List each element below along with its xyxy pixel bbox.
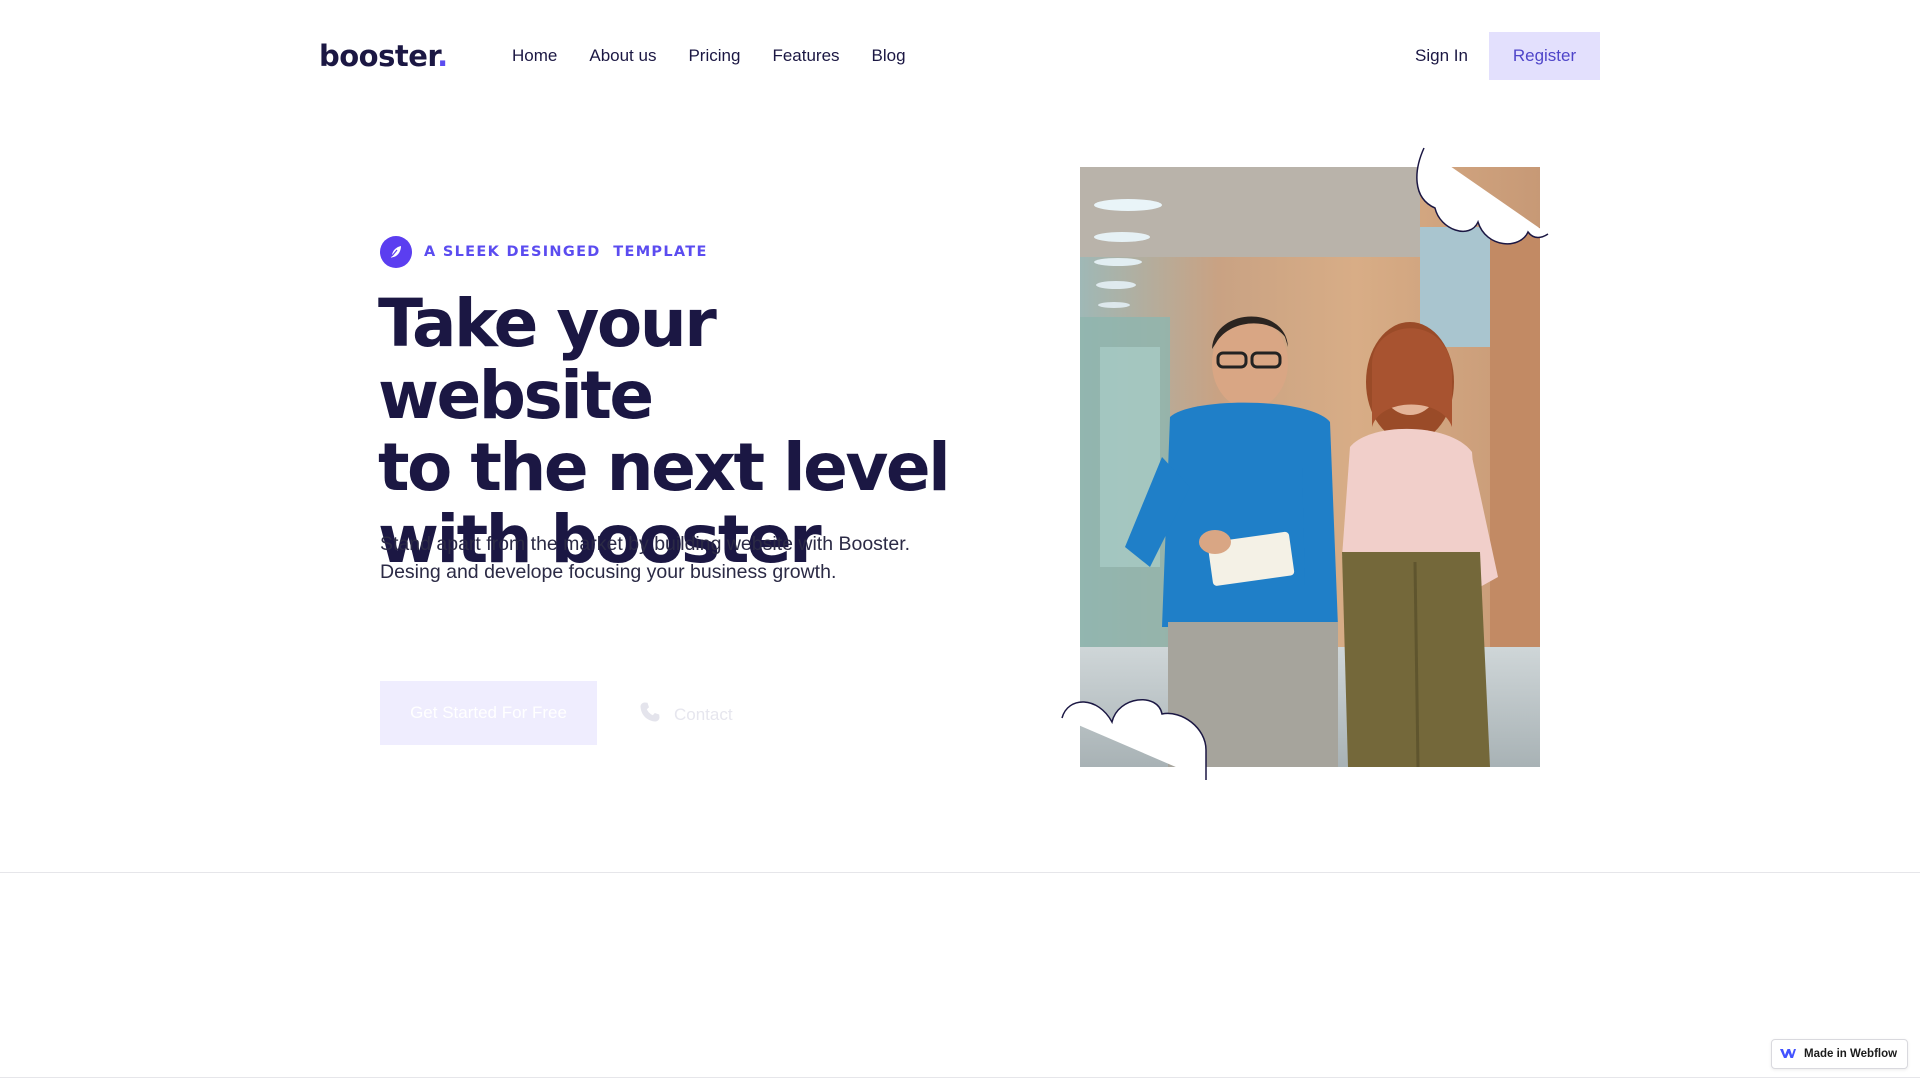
webflow-logo-icon (1780, 1047, 1796, 1062)
section-divider (0, 872, 1920, 873)
nav-pricing[interactable]: Pricing (688, 44, 740, 68)
nav-features[interactable]: Features (772, 44, 839, 68)
nav-about-us[interactable]: About us (589, 44, 656, 68)
made-in-webflow-badge[interactable]: Made in Webflow (1771, 1039, 1908, 1069)
badge-label: A SLEEK DESINGED TEMPLATE (424, 244, 708, 260)
contact-link[interactable]: Contact (638, 700, 733, 729)
hero-subtitle-line-2: Desing and develope focusing your busine… (380, 561, 837, 583)
hero-badge: A SLEEK DESINGED TEMPLATE (380, 236, 708, 268)
cloud-decoration-top (1416, 147, 1549, 245)
contact-label: Contact (674, 704, 733, 724)
logo-text: booster (319, 39, 438, 73)
nav-blog[interactable]: Blog (872, 44, 906, 68)
feather-icon (380, 236, 412, 268)
nav-home[interactable]: Home (512, 44, 557, 68)
logo[interactable]: booster. (319, 36, 448, 76)
webflow-badge-label: Made in Webflow (1804, 1048, 1898, 1060)
main-nav: Home About us Pricing Features Blog (512, 44, 906, 68)
phone-icon (638, 700, 662, 729)
logo-dot: . (437, 39, 448, 73)
cloud-decoration-bottom (1061, 699, 1207, 780)
bottom-divider (0, 1077, 1920, 1078)
hero-subtitle-line-1: Stand apart from the market by building … (380, 533, 911, 555)
get-started-button[interactable]: Get Started For Free (380, 681, 597, 745)
hero-title-line-1: Take your website (378, 285, 717, 434)
hero-title-line-2: to the next level (378, 429, 951, 506)
site-header: booster. Home About us Pricing Features … (0, 0, 1920, 113)
hero-subtitle: Stand apart from the market by building … (380, 530, 960, 586)
register-button[interactable]: Register (1489, 32, 1600, 80)
sign-in-link[interactable]: Sign In (1415, 44, 1468, 68)
